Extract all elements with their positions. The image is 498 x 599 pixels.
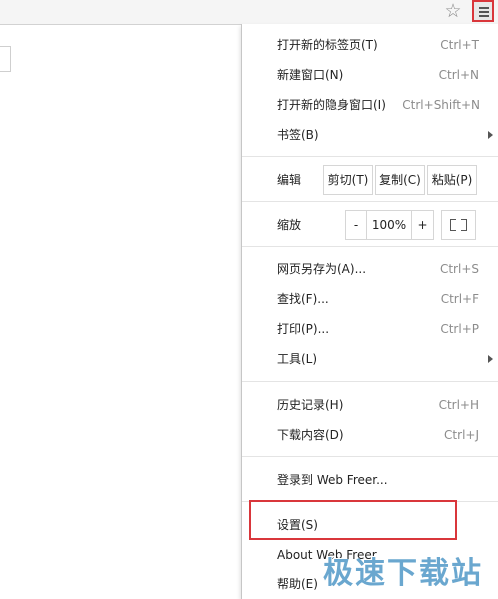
menu-item-label: 书签(B) <box>277 128 319 142</box>
menu-item-shortcut: Ctrl+H <box>438 398 479 412</box>
menu-divider <box>242 456 498 457</box>
menu-item-label: 历史记录(H) <box>277 398 344 412</box>
menu-item-label: 缩放 <box>277 218 302 232</box>
menu-item-label: 工具(L) <box>277 352 318 366</box>
menu-row-edit: 编辑 剪切(T) 复制(C) 粘贴(P) <box>242 165 498 195</box>
menu-item-new-tab[interactable]: 打开新的标签页(T) Ctrl+T <box>242 30 498 60</box>
menu-item-label: 打开新的标签页(T) <box>277 38 378 52</box>
menu-item-label: 网页另存为(A)... <box>277 262 367 276</box>
settings-highlight-box <box>249 500 457 540</box>
paste-button[interactable]: 粘贴(P) <box>427 165 477 195</box>
menu-divider <box>242 201 498 202</box>
zoom-level-value: 100% <box>367 211 412 239</box>
fullscreen-button[interactable] <box>441 210 476 240</box>
menu-item-new-window[interactable]: 新建窗口(N) Ctrl+N <box>242 60 498 90</box>
submenu-arrow-icon <box>488 131 493 139</box>
copy-button[interactable]: 复制(C) <box>375 165 425 195</box>
menu-item-shortcut: Ctrl+J <box>444 428 479 442</box>
menu-item-tools[interactable]: 工具(L) <box>242 344 498 374</box>
menu-item-shortcut: Ctrl+N <box>438 68 479 82</box>
menu-item-label: 查找(F)... <box>277 292 329 306</box>
menu-item-label: 帮助(E) <box>277 577 318 591</box>
page-input-stub[interactable] <box>0 46 11 72</box>
menu-item-new-incognito[interactable]: 打开新的隐身窗口(I) Ctrl+Shift+N <box>242 90 498 120</box>
menu-row-zoom: 缩放 - 100% + <box>242 210 498 240</box>
menu-item-print[interactable]: 打印(P)... Ctrl+P <box>242 314 498 344</box>
zoom-controls: - 100% + <box>345 210 434 240</box>
site-watermark: 极速下载站 <box>323 556 483 591</box>
browser-toolbar: ☆ <box>0 0 498 25</box>
menu-item-shortcut: Ctrl+Shift+N <box>402 98 480 112</box>
submenu-arrow-icon <box>488 355 493 363</box>
menu-item-label: 登录到 Web Freer... <box>277 473 388 487</box>
bookmark-star-icon[interactable]: ☆ <box>442 0 464 24</box>
menu-item-history[interactable]: 历史记录(H) Ctrl+H <box>242 390 498 420</box>
menu-divider <box>242 156 498 157</box>
menu-item-shortcut: Ctrl+F <box>440 292 479 306</box>
menu-item-label: 打印(P)... <box>277 322 330 336</box>
menu-item-save-page[interactable]: 网页另存为(A)... Ctrl+S <box>242 254 498 284</box>
menu-item-bookmarks[interactable]: 书签(B) <box>242 120 498 150</box>
menu-item-shortcut: Ctrl+P <box>440 322 479 336</box>
zoom-out-button[interactable]: - <box>346 211 367 239</box>
menu-item-shortcut: Ctrl+T <box>440 38 479 52</box>
menu-item-shortcut: Ctrl+S <box>439 262 479 276</box>
cut-button[interactable]: 剪切(T) <box>323 165 373 195</box>
menu-item-sign-in[interactable]: 登录到 Web Freer... <box>242 465 498 495</box>
menu-item-label: 打开新的隐身窗口(I) <box>277 98 386 112</box>
menu-divider <box>242 381 498 382</box>
menu-divider <box>242 246 498 247</box>
menu-item-label: 编辑 <box>277 173 302 187</box>
menu-item-label: 新建窗口(N) <box>277 68 344 82</box>
zoom-in-button[interactable]: + <box>412 211 433 239</box>
menu-button-highlight-box <box>472 0 494 22</box>
menu-item-find[interactable]: 查找(F)... Ctrl+F <box>242 284 498 314</box>
browser-window: ☆ 打开新的标签页(T) Ctrl+T 新建窗口(N) Ctrl+N 打开新的隐… <box>0 0 498 599</box>
menu-item-label: 下载内容(D) <box>277 428 344 442</box>
menu-item-downloads[interactable]: 下载内容(D) Ctrl+J <box>242 420 498 450</box>
